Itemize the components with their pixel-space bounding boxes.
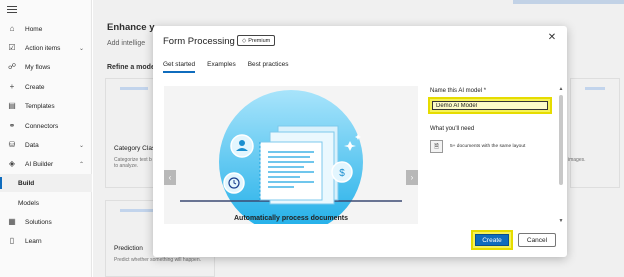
create-button[interactable]: Create	[475, 234, 509, 246]
scroll-thumb[interactable]	[559, 95, 563, 185]
hamburger-icon[interactable]	[7, 6, 17, 14]
carousel-prev-icon[interactable]: ‹	[164, 170, 176, 185]
nav-label: Create	[25, 83, 45, 91]
flow-icon: ☍	[7, 62, 17, 71]
nav-label: Build	[18, 179, 35, 187]
illustration-carousel: $ ‹ ›	[164, 86, 418, 224]
document-processing-illustration: $	[180, 90, 402, 224]
chevron-down-icon: ⌄	[78, 45, 84, 52]
diamond-icon: ◇	[242, 37, 247, 44]
chevron-up-icon: ⌃	[78, 161, 84, 168]
scroll-down-icon[interactable]: ▼	[558, 218, 564, 224]
scroll-up-icon[interactable]: ▲	[558, 86, 564, 92]
close-icon[interactable]: ✕	[547, 33, 557, 43]
badge-label: Premium	[248, 37, 271, 44]
svg-text:$: $	[339, 168, 345, 179]
nav-item-connectors[interactable]: ⚭ Connectors	[0, 117, 92, 135]
carousel-next-icon[interactable]: ›	[406, 170, 418, 185]
database-icon: ⛁	[8, 140, 16, 149]
nav-item-templates[interactable]: ▤ Templates	[0, 97, 92, 115]
active-indicator	[0, 177, 2, 189]
form-processing-dialog: Form Processing ◇ Premium ✕ Get started …	[153, 26, 567, 257]
dialog-scrollbar[interactable]: ▲ ▼	[558, 86, 564, 224]
chevron-down-icon: ⌄	[78, 142, 84, 149]
document-icon: 🗎	[430, 140, 443, 153]
ai-builder-icon: ◈	[8, 159, 16, 168]
home-icon: ⌂	[9, 24, 15, 33]
requirement-text: 5+ documents with the same layout	[450, 144, 526, 149]
nav-label: Learn	[25, 237, 42, 245]
tab-examples[interactable]: Examples	[207, 59, 236, 73]
book-icon: ▯	[9, 236, 15, 245]
template-icon: ▤	[8, 101, 16, 110]
nav-item-models[interactable]: Models	[0, 194, 92, 212]
left-nav: ⌂ Home ☑ Action items ⌄ ☍ My flows + Cre…	[0, 0, 92, 277]
nav-item-build[interactable]: Build	[0, 174, 92, 192]
cancel-button[interactable]: Cancel	[518, 233, 556, 247]
create-button-highlight: Create	[471, 230, 513, 250]
nav-label: Connectors	[25, 122, 59, 130]
connector-icon: ⚭	[8, 121, 16, 130]
tab-get-started[interactable]: Get started	[163, 59, 196, 73]
nav-label: Data	[25, 141, 39, 149]
nav-label: Solutions	[25, 218, 52, 226]
model-name-input[interactable]	[432, 101, 548, 110]
nav-label: Home	[25, 25, 43, 33]
premium-badge: ◇ Premium	[237, 35, 276, 46]
dialog-tabs: Get started Examples Best practices	[163, 59, 301, 73]
checklist-icon: ☑	[8, 43, 16, 52]
nav-item-action-items[interactable]: ☑ Action items ⌄	[0, 39, 92, 57]
nav-label: Models	[18, 199, 39, 207]
nav-label: My flows	[25, 63, 51, 71]
nav-item-learn[interactable]: ▯ Learn	[0, 232, 92, 250]
nav-item-create[interactable]: + Create	[0, 78, 92, 96]
model-name-highlight	[428, 97, 552, 114]
plus-icon: +	[9, 82, 15, 91]
nav-item-ai-builder[interactable]: ◈ AI Builder ⌃	[0, 155, 92, 173]
nav-label: Action items	[25, 44, 61, 52]
solutions-icon: ▦	[8, 217, 16, 226]
tab-best-practices[interactable]: Best practices	[248, 59, 289, 73]
nav-item-solutions[interactable]: ▦ Solutions	[0, 213, 92, 231]
nav-item-home[interactable]: ⌂ Home	[0, 20, 92, 38]
requirements-heading: What you'll need	[430, 126, 475, 132]
nav-item-my-flows[interactable]: ☍ My flows	[0, 58, 92, 76]
nav-item-data[interactable]: ⛁ Data ⌄	[0, 136, 92, 154]
nav-label: Templates	[25, 102, 55, 110]
nav-label: AI Builder	[25, 160, 54, 168]
dialog-title: Form Processing	[163, 36, 235, 47]
carousel-caption: Automatically process documents	[234, 215, 348, 222]
model-name-label: Name this AI model *	[430, 88, 487, 94]
requirement-item: 🗎 5+ documents with the same layout	[430, 140, 525, 153]
